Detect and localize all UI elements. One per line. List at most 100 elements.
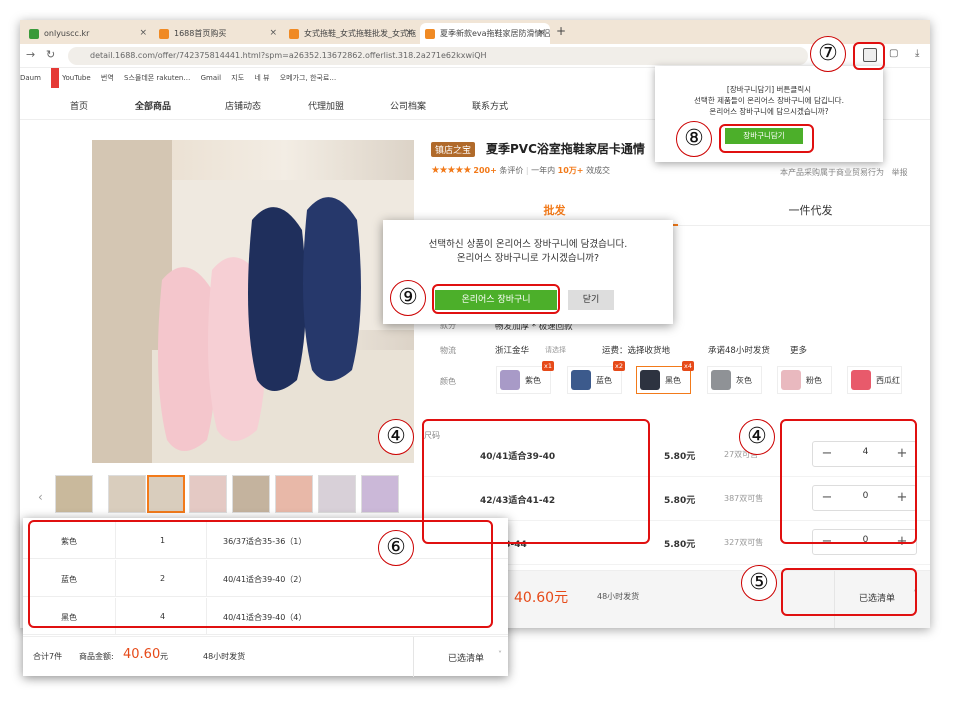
address-bar: → ↻ detail.1688.com/offer/742375814441.h…	[20, 44, 930, 68]
highlight-selected-list	[781, 568, 917, 616]
dialog-line-1: 선택하신 상품이 온리어스 장바구니에 담겼습니다.	[428, 239, 628, 250]
trade-notice: 本产品采购属于商业贸易行为 举报	[780, 167, 908, 178]
download-icon[interactable]: ⤓	[915, 48, 919, 59]
size-price: 5.80元	[664, 540, 696, 550]
bookmark-item[interactable]: S스몰데몬 rakuten…	[124, 68, 190, 88]
report-link[interactable]: 举报	[892, 168, 908, 177]
size-stock: 327双可售	[724, 538, 764, 547]
color-option[interactable]: 西瓜红	[847, 366, 902, 394]
bookmark-item[interactable]: 지도	[231, 68, 244, 88]
product-thumbnail[interactable]	[147, 475, 185, 513]
product-thumbnail[interactable]	[108, 475, 146, 513]
notice-text: 本产品采购属于商业贸易行为	[780, 168, 884, 177]
site-favicon-icon	[425, 29, 435, 39]
color-option[interactable]: 蓝色 x2	[567, 361, 625, 394]
browser-tab-3[interactable]: 女式拖鞋_女式拖鞋批发_女式拖 ×	[284, 23, 418, 44]
color-name: 黑色	[665, 376, 681, 385]
more-link[interactable]: 更多	[790, 344, 807, 356]
step-8-marker: ⑧	[676, 121, 712, 157]
shipping-fee[interactable]: 运费：选择收货地	[602, 344, 670, 356]
color-name: 蓝色	[596, 376, 612, 385]
total-amount: 40.60元	[514, 590, 569, 606]
step-9-marker: ⑨	[390, 280, 426, 316]
reload-icon[interactable]: ↻	[46, 48, 55, 61]
color-option[interactable]: 黑色 x4	[636, 361, 694, 394]
browser-tab-2[interactable]: 1688首页购买 ×	[154, 23, 282, 44]
amount-label: 商品金额:	[79, 652, 114, 661]
new-tab-button[interactable]: +	[556, 24, 566, 38]
tab-label: 女式拖鞋_女式拖鞋批发_女式拖	[304, 29, 416, 38]
color-name: 灰色	[736, 376, 752, 385]
step-4-marker: ④	[378, 419, 414, 455]
step-6-marker: ⑥	[378, 530, 414, 566]
slippers-illustration	[92, 140, 414, 463]
tab-dropship[interactable]: 一件代发	[691, 196, 930, 226]
nav-contact[interactable]: 联系方式	[472, 99, 508, 112]
ship-promise: 承诺48小时发货	[708, 346, 770, 356]
color-option[interactable]: 紫色 x1	[496, 361, 554, 394]
nav-shop-news[interactable]: 店铺动态	[225, 99, 261, 112]
sales-count: 10万+	[557, 166, 584, 175]
bookmark-item[interactable]: 오메가그, 한국료…	[280, 68, 337, 88]
thumb-prev-icon[interactable]: ‹	[38, 490, 43, 504]
close-icon[interactable]: ×	[537, 23, 545, 44]
browser-tab-active[interactable]: 夏季新款eva拖鞋家居防滑情侣浴 ×	[420, 23, 550, 44]
product-thumbnail[interactable]	[318, 475, 356, 513]
browser-tab-1[interactable]: onlyuscc.kr ×	[24, 23, 152, 44]
shop-treasure-badge: 镇店之宝	[431, 142, 476, 157]
site-favicon-icon	[29, 29, 39, 39]
color-option[interactable]: 粉色	[777, 366, 832, 394]
highlight-extension	[853, 42, 885, 70]
product-main-image[interactable]	[92, 140, 414, 463]
close-icon[interactable]: ×	[139, 23, 147, 44]
review-count[interactable]: 200+	[473, 166, 496, 175]
product-thumbnail[interactable]	[189, 475, 227, 513]
tab-bar: onlyuscc.kr × 1688首页购买 × 女式拖鞋_女式拖鞋批发_女式拖 × …	[20, 20, 930, 44]
product-title: 夏季PVC浴室拖鞋家居卡通情	[486, 142, 645, 156]
product-thumbnail[interactable]	[232, 475, 270, 513]
popup-line-2: 선택한 제품들이 온리어스 장바구니에 담깁니다.	[694, 96, 844, 105]
total-count: 合计7件	[33, 652, 63, 661]
selected-list-label: 已选清单	[448, 654, 485, 664]
product-thumbnail[interactable]	[361, 475, 399, 513]
forward-arrow-icon[interactable]: →	[26, 48, 35, 61]
bookmark-item[interactable]: YouTube	[51, 68, 91, 88]
product-thumbnail[interactable]	[275, 475, 313, 513]
size-price: 5.80元	[664, 452, 696, 462]
amount-value: 40.60	[123, 647, 161, 662]
step-5-marker: ⑤	[741, 565, 777, 601]
color-swatch	[781, 370, 801, 390]
color-swatch	[711, 370, 731, 390]
color-option[interactable]: 灰色	[707, 366, 762, 394]
nav-all-products[interactable]: 全部商品	[135, 99, 171, 112]
video-thumbnail[interactable]	[55, 475, 93, 513]
star-rating-icon: ★★★★★	[431, 165, 472, 176]
nav-company[interactable]: 公司档案	[390, 99, 426, 112]
region-select[interactable]: 请选择	[545, 345, 566, 355]
bookmark-item[interactable]: Daum	[20, 68, 41, 88]
close-icon[interactable]: ×	[405, 23, 413, 44]
review-label: 条评价	[499, 166, 524, 175]
highlight-quantities	[780, 419, 917, 544]
tab-label: onlyuscc.kr	[44, 29, 90, 38]
step-4-marker: ④	[739, 419, 775, 455]
dialog-message: 선택하신 상품이 온리어스 장바구니에 담겼습니다. 온리어스 장바구니로 가시…	[383, 238, 673, 266]
nav-agency[interactable]: 代理加盟	[308, 99, 344, 112]
dialog-line-2: 온리어스 장바구니로 가시겠습니까?	[456, 253, 600, 264]
nav-home[interactable]: 首页	[70, 99, 88, 112]
bookmark-item[interactable]: 네 뷰	[254, 68, 269, 88]
color-label: 颜色	[440, 377, 456, 386]
selected-list-button[interactable]: 已选清单 ˅	[413, 637, 508, 677]
color-count-badge: x4	[682, 361, 694, 371]
size-stock: 387双可售	[724, 494, 764, 503]
puzzle-icon[interactable]: ▢	[889, 48, 898, 59]
url-field[interactable]: detail.1688.com/offer/742375814441.html?…	[68, 47, 808, 65]
highlight-add-button	[719, 124, 814, 153]
close-icon[interactable]: ×	[269, 23, 277, 44]
bookmark-item[interactable]: 번역	[101, 68, 114, 88]
bookmark-item[interactable]: Gmail	[201, 68, 221, 88]
color-count-badge: x1	[542, 361, 554, 371]
color-swatch	[571, 370, 591, 390]
highlight-go-cart	[432, 284, 560, 314]
close-dialog-button[interactable]: 닫기	[568, 290, 614, 310]
